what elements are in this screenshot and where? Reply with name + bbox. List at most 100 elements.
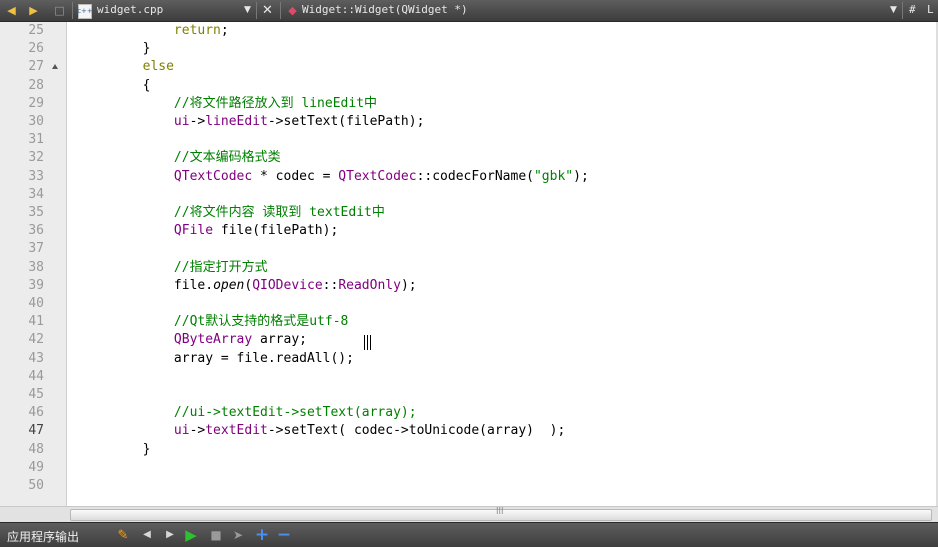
code-line[interactable]: 31: [0, 131, 938, 149]
code-token: //Qt默认支持的格式是utf-8: [173, 314, 349, 330]
code-line[interactable]: 38 //指定打开方式: [0, 259, 938, 277]
code-text[interactable]: QByteArray array;: [80, 331, 307, 349]
code-text[interactable]: //指定打开方式: [80, 259, 268, 277]
code-text[interactable]: file.open(QIODevice::ReadOnly);: [80, 277, 417, 295]
code-text[interactable]: ui->textEdit->setText( codec->toUnicode(…: [80, 422, 565, 440]
code-text[interactable]: QTextCodec * codec = QTextCodec::codecFo…: [80, 168, 589, 186]
code-line[interactable]: 44: [0, 368, 938, 386]
line-number: 30: [28, 114, 44, 129]
code-text[interactable]: QFile file(filePath);: [80, 222, 338, 240]
fold-marker-icon[interactable]: [52, 64, 58, 70]
code-text[interactable]: //将文件内容 读取到 textEdit中: [80, 204, 385, 222]
code-line[interactable]: 50: [0, 477, 938, 495]
code-line[interactable]: 46 //ui->textEdit->setText(array);: [0, 404, 938, 422]
code-line[interactable]: 49: [0, 459, 938, 477]
line-number: 32: [28, 150, 44, 166]
line-number: 48: [28, 441, 44, 457]
code-line[interactable]: 25 return;: [0, 22, 938, 40]
line-number: 33: [28, 168, 44, 184]
code-token: else: [142, 59, 174, 75]
zoom-out-icon[interactable]: −: [276, 526, 292, 543]
code-line[interactable]: 42 QByteArray array;: [0, 331, 938, 349]
code-token: ::codecForName(: [416, 168, 534, 184]
code-text[interactable]: //文本编码格式类: [80, 149, 281, 167]
debug-icon[interactable]: ➤: [230, 527, 246, 543]
clear-output-icon[interactable]: ✎: [115, 527, 131, 543]
code-line[interactable]: 36 QFile file(filePath);: [0, 222, 938, 240]
file-name[interactable]: widget.cpp: [97, 3, 163, 16]
line-label: L: [927, 3, 934, 16]
code-token: return: [173, 23, 221, 38]
code-token: //指定打开方式: [173, 259, 268, 275]
line-number: 43: [28, 350, 44, 366]
line-number: 40: [28, 296, 44, 311]
code-line[interactable]: 26 }: [0, 40, 938, 58]
chevron-down-icon[interactable]: ▼: [240, 3, 255, 18]
code-line[interactable]: 30 ui->lineEdit->setText(filePath);: [0, 113, 938, 131]
code-line[interactable]: 39 file.open(QIODevice::ReadOnly);: [0, 277, 938, 295]
line-number: 34: [28, 186, 44, 202]
line-number: 50: [28, 478, 44, 493]
zoom-in-icon[interactable]: +: [254, 526, 270, 543]
code-token: ;: [220, 23, 229, 38]
code-line[interactable]: 33 QTextCodec * codec = QTextCodec::code…: [0, 168, 938, 186]
code-line[interactable]: 40: [0, 295, 938, 313]
previous-item-icon[interactable]: ◀: [139, 527, 155, 543]
line-number: 36: [28, 223, 44, 239]
code-line[interactable]: 43 array = file.readAll();: [0, 350, 938, 368]
close-icon[interactable]: ✕: [260, 3, 275, 18]
code-text[interactable]: }: [80, 40, 151, 58]
arrow-left-icon[interactable]: ◀: [4, 3, 19, 18]
code-token: file.: [173, 277, 214, 293]
code-text[interactable]: else: [80, 58, 174, 76]
horizontal-scrollbar[interactable]: lll: [0, 506, 938, 522]
code-line[interactable]: 45: [0, 386, 938, 404]
code-token: array;: [252, 332, 307, 348]
stop-icon[interactable]: ■: [208, 527, 224, 543]
chevron-down-icon[interactable]: ▼: [886, 3, 901, 18]
code-line[interactable]: 28 {: [0, 77, 938, 95]
line-number: 49: [28, 459, 44, 475]
text-cursor-icon: [364, 335, 371, 350]
code-line[interactable]: 48 }: [0, 441, 938, 459]
code-line[interactable]: 32 //文本编码格式类: [0, 149, 938, 167]
scrollbar-grip: lll: [496, 507, 504, 517]
cpp-file-icon: c++: [77, 4, 93, 19]
code-token: open: [213, 277, 245, 293]
output-pane-title[interactable]: 应用程序输出: [7, 528, 79, 545]
code-text[interactable]: ui->lineEdit->setText(filePath);: [80, 113, 424, 131]
code-text[interactable]: return;: [80, 22, 229, 40]
code-text[interactable]: }: [80, 441, 151, 459]
function-icon: ◆: [288, 4, 297, 17]
code-text[interactable]: //将文件路径放入到 lineEdit中: [80, 95, 377, 113]
run-icon[interactable]: ▶: [183, 527, 199, 543]
code-line[interactable]: 29 //将文件路径放入到 lineEdit中: [0, 95, 938, 113]
line-number: 37: [28, 241, 44, 257]
code-token: ->: [189, 114, 206, 129]
symbol-selector[interactable]: Widget::Widget(QWidget *): [302, 3, 468, 16]
code-text[interactable]: {: [80, 77, 151, 95]
line-number: 45: [28, 387, 44, 402]
lock-icon[interactable]: □: [52, 3, 67, 18]
arrow-right-icon[interactable]: ▶: [26, 3, 41, 18]
code-line[interactable]: 34: [0, 186, 938, 204]
code-token: ->: [189, 423, 206, 439]
code-line[interactable]: 37: [0, 240, 938, 258]
next-item-icon[interactable]: ▶: [162, 527, 178, 543]
code-text[interactable]: array = file.readAll();: [80, 350, 354, 368]
code-line[interactable]: 41 //Qt默认支持的格式是utf-8: [0, 313, 938, 331]
code-line[interactable]: 47 ui->textEdit->setText( codec->toUnico…: [0, 422, 938, 440]
code-line[interactable]: 27 else: [0, 58, 938, 76]
code-editor[interactable]: 25 return; 26 } 27 else 28 {29 //将文件路径放入到 l…: [0, 22, 938, 506]
code-text[interactable]: //ui->textEdit->setText(array);: [80, 404, 417, 422]
code-text[interactable]: //Qt默认支持的格式是utf-8: [80, 313, 348, 331]
code-line[interactable]: 35 //将文件内容 读取到 textEdit中: [0, 204, 938, 222]
scrollbar-thumb[interactable]: lll: [70, 507, 932, 521]
